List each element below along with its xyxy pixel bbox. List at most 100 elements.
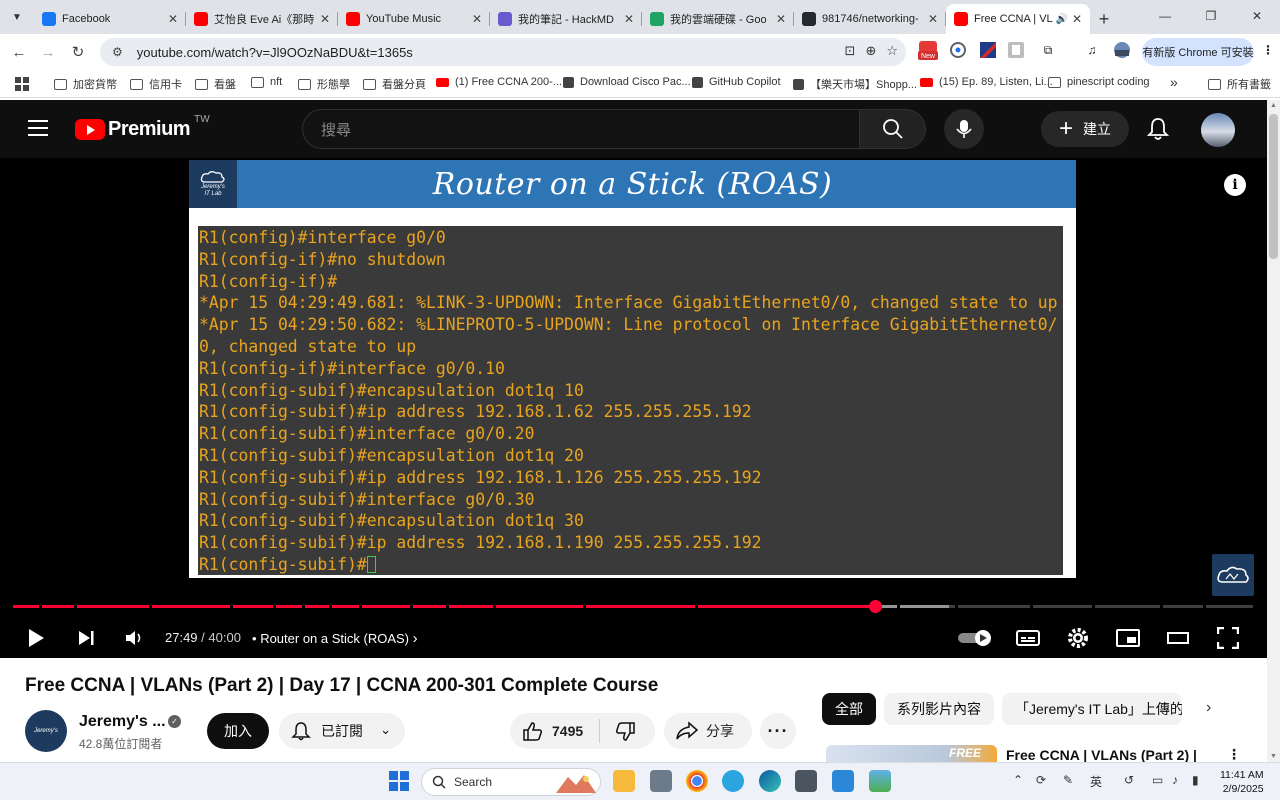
chapter-button[interactable]: • Router on a Stick (ROAS) ›: [252, 630, 418, 647]
url-text[interactable]: youtube.com/watch?v=Jl9OOzNaBDU&t=1365s: [137, 45, 413, 60]
browser-tab[interactable]: Facebook ✕: [34, 4, 186, 34]
ime-mode-icon[interactable]: ↺: [1124, 773, 1134, 787]
app-icon[interactable]: [650, 770, 672, 792]
guide-menu-icon[interactable]: [28, 120, 48, 136]
bookmark-item[interactable]: 信用卡: [130, 76, 182, 92]
channel-watermark[interactable]: [1212, 554, 1254, 596]
progress-bar[interactable]: [13, 600, 1253, 613]
filter-chip[interactable]: 「Jeremy's IT Lab」上傳的: [1002, 693, 1182, 725]
address-bar[interactable]: ⚙ youtube.com/watch?v=Jl9OOzNaBDU&t=1365…: [100, 38, 906, 66]
share-button[interactable]: 分享: [664, 713, 752, 749]
bookmark-item[interactable]: nft: [251, 76, 282, 88]
close-tab-icon[interactable]: ✕: [624, 12, 634, 26]
scroll-up-arrow[interactable]: ▲: [1270, 102, 1277, 109]
close-tab-icon[interactable]: ✕: [472, 12, 482, 26]
recommended-title[interactable]: Free CCNA | VLANs (Part 2) |: [1006, 747, 1197, 763]
chrome-taskbar-icon[interactable]: [686, 770, 708, 792]
extension-grey-icon[interactable]: [1004, 38, 1028, 62]
search-input[interactable]: 搜尋: [302, 109, 860, 149]
extensions-puzzle-icon[interactable]: ⧉: [1036, 38, 1060, 62]
sync-icon[interactable]: ⟳: [1036, 773, 1046, 787]
browser-tab[interactable]: 我的筆記 - HackMD ✕: [490, 4, 642, 34]
chrome-update-button[interactable]: 有新版 Chrome 可安裝: [1142, 38, 1254, 66]
speaker-icon[interactable]: 🔊: [1055, 14, 1067, 25]
close-tab-icon[interactable]: ✕: [1072, 12, 1082, 26]
bookmark-star-icon[interactable]: ☆: [886, 43, 898, 59]
fullscreen-button[interactable]: [1214, 622, 1242, 654]
tray-overflow-icon[interactable]: ⌃: [1013, 773, 1023, 787]
mute-button[interactable]: [120, 622, 148, 654]
minimize-button[interactable]: —: [1142, 0, 1188, 32]
bookmarks-overflow-icon[interactable]: »: [1170, 74, 1178, 90]
scrollbar-thumb[interactable]: [1269, 114, 1278, 259]
ime-language-indicator[interactable]: 英: [1090, 773, 1102, 790]
bookmark-item[interactable]: 形態學: [298, 76, 350, 92]
filter-chip[interactable]: 系列影片內容: [884, 693, 994, 725]
speaker-icon[interactable]: ♪: [1172, 773, 1178, 787]
bookmark-item[interactable]: 看盤: [195, 76, 236, 92]
zoom-icon[interactable]: ⊕: [865, 43, 876, 59]
info-icon[interactable]: i: [1224, 174, 1246, 196]
site-info-icon[interactable]: ⚙: [112, 45, 123, 59]
edge-icon[interactable]: [759, 770, 781, 792]
chrome-menu-icon[interactable]: ⋮: [1256, 38, 1280, 62]
browser-tab[interactable]: 981746/networking- ✕: [794, 4, 946, 34]
telegram-icon[interactable]: [722, 770, 744, 792]
maximize-button[interactable]: ❐: [1188, 0, 1234, 32]
dislike-button[interactable]: [614, 722, 636, 742]
settings-button[interactable]: [1064, 622, 1092, 654]
more-vert-icon[interactable]: ⋮: [1227, 746, 1241, 763]
bookmark-item[interactable]: 看盤分頁: [363, 76, 426, 92]
page-scrollbar[interactable]: ▲ ▼: [1267, 100, 1280, 762]
scrubber-handle[interactable]: [869, 600, 883, 613]
browser-tab[interactable]: YouTube Music ✕: [338, 4, 490, 34]
close-tab-icon[interactable]: ✕: [320, 12, 330, 26]
notifications-bell-icon[interactable]: [1146, 117, 1170, 141]
install-app-icon[interactable]: ⊡: [845, 43, 856, 59]
create-button[interactable]: + 建立: [1041, 111, 1129, 147]
subscribed-button[interactable]: 已訂閱 ⌄: [279, 713, 405, 749]
tab-search-menu-icon[interactable]: ▼: [4, 4, 30, 30]
youtube-premium-logo[interactable]: Premium TW: [75, 114, 210, 141]
app-icon[interactable]: [869, 770, 891, 792]
close-tab-icon[interactable]: ✕: [928, 12, 938, 26]
taskbar-search-box[interactable]: Search: [421, 768, 601, 796]
network-icon[interactable]: ▭: [1152, 773, 1163, 787]
voice-search-button[interactable]: [944, 109, 984, 149]
battery-icon[interactable]: ▮: [1192, 773, 1199, 787]
channel-avatar[interactable]: Jeremy's: [25, 710, 67, 752]
pen-icon[interactable]: ✎: [1063, 773, 1073, 787]
next-button[interactable]: [72, 622, 100, 654]
more-actions-button[interactable]: ···: [760, 713, 796, 749]
forward-button[interactable]: →: [33, 37, 63, 67]
browser-tab[interactable]: 我的雲端硬碟 - Goo ✕: [642, 4, 794, 34]
calculator-icon[interactable]: [795, 770, 817, 792]
subtitles-button[interactable]: [1014, 622, 1042, 654]
browser-tab[interactable]: 艾怡良 Eve Ai《那時 ✕: [186, 4, 338, 34]
autoplay-toggle[interactable]: [956, 622, 994, 654]
bookmark-item[interactable]: 加密貨幣: [54, 76, 117, 92]
extension-flag-icon[interactable]: [976, 38, 1000, 62]
recommended-thumbnail[interactable]: FREE: [826, 745, 997, 762]
extension-new-icon[interactable]: New: [916, 38, 940, 62]
bookmark-item[interactable]: (1) Free CCNA 200-...: [436, 76, 562, 88]
browser-tab[interactable]: Free CCNA | VLAN🔊 ✕: [946, 4, 1090, 34]
account-avatar[interactable]: [1201, 113, 1235, 147]
video-player[interactable]: Router on a Stick (ROAS) Jeremy's IT Lab…: [0, 158, 1267, 658]
new-tab-button[interactable]: +: [1090, 4, 1118, 34]
filter-chip[interactable]: 全部: [822, 693, 876, 725]
bookmark-item[interactable]: GitHub Copilot: [692, 76, 781, 88]
search-button[interactable]: [860, 109, 926, 149]
close-window-button[interactable]: ✕: [1234, 0, 1280, 32]
system-clock[interactable]: 11:41 AM 2/9/2025: [1220, 768, 1264, 796]
miniplayer-button[interactable]: [1114, 622, 1142, 654]
back-button[interactable]: ←: [4, 37, 34, 67]
channel-name[interactable]: Jeremy's ...: [79, 713, 166, 731]
close-tab-icon[interactable]: ✕: [776, 12, 786, 26]
profile-avatar-small[interactable]: [1110, 38, 1134, 62]
extension-at-icon[interactable]: [946, 38, 970, 62]
media-control-icon[interactable]: ♫: [1080, 38, 1104, 62]
notepad-icon[interactable]: [832, 770, 854, 792]
bookmark-item[interactable]: 【樂天市場】Shopp...: [793, 76, 917, 92]
chevron-right-icon[interactable]: ›: [1206, 699, 1211, 717]
